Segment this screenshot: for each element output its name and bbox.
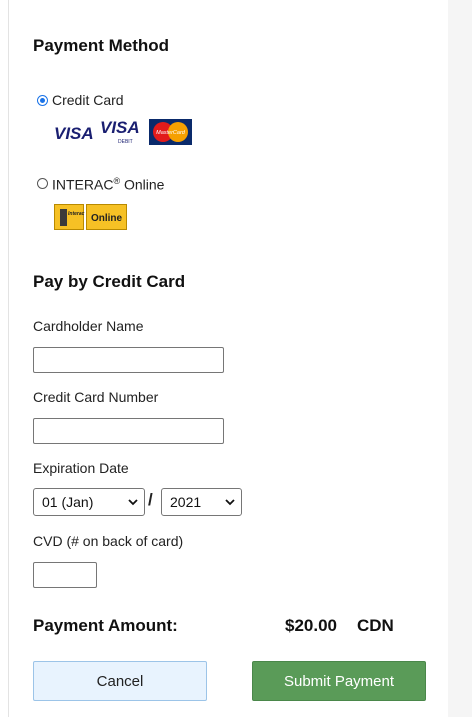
visa-debit-logo: VISA [100,118,140,137]
credit-card-number-input[interactable] [33,418,224,444]
credit-card-number-label: Credit Card Number [33,389,159,405]
right-side-panel [448,0,472,717]
interac-label[interactable]: INTERAC® Online [52,176,164,193]
card-logos-image: VISA VISA DEBIT MasterCard [54,118,192,145]
mastercard-text: MasterCard [156,130,186,136]
cvd-input[interactable] [33,562,97,588]
cardholder-name-input[interactable] [33,347,224,373]
interac-logos: Interac Online [54,204,128,230]
interac-radio[interactable] [37,178,48,189]
payment-method-heading: Payment Method [33,36,170,55]
interac-suffix: Online [120,176,165,193]
payment-amount-value: $20.00 [285,616,337,635]
online-logo-text: Online [91,213,123,224]
cardholder-name-label: Cardholder Name [33,318,144,334]
credit-card-logos: VISA VISA DEBIT MasterCard [54,113,194,147]
debit-text: DEBIT [118,139,133,145]
expiration-year-value: 2021 [170,494,202,510]
interac-logos-image: Interac Online [54,204,127,230]
interac-name: INTERAC [52,176,114,193]
expiration-separator: / [148,490,153,509]
expiration-month-value: 01 (Jan) [42,494,94,510]
visa-logo: VISA [54,124,94,143]
expiration-year-select[interactable]: 2021 [161,488,242,516]
left-border [8,0,9,717]
pay-by-credit-card-heading: Pay by Credit Card [33,272,186,291]
payment-amount-label: Payment Amount: [33,616,178,635]
chevron-down-icon [128,498,138,505]
expiration-month-select[interactable]: 01 (Jan) [33,488,145,516]
expiration-date-label: Expiration Date [33,460,129,476]
credit-card-label[interactable]: Credit Card [52,92,124,108]
chevron-down-icon [225,498,235,505]
cancel-button[interactable]: Cancel [33,661,207,701]
interac-logo-bg [54,204,84,230]
cvd-label: CVD (# on back of card) [33,533,184,549]
credit-card-radio[interactable] [37,95,48,106]
payment-amount-currency: CDN [357,616,394,635]
submit-payment-button[interactable]: Submit Payment [252,661,426,701]
interac-logo-text: Interac [68,211,85,217]
interac-logo-hand [60,209,67,226]
